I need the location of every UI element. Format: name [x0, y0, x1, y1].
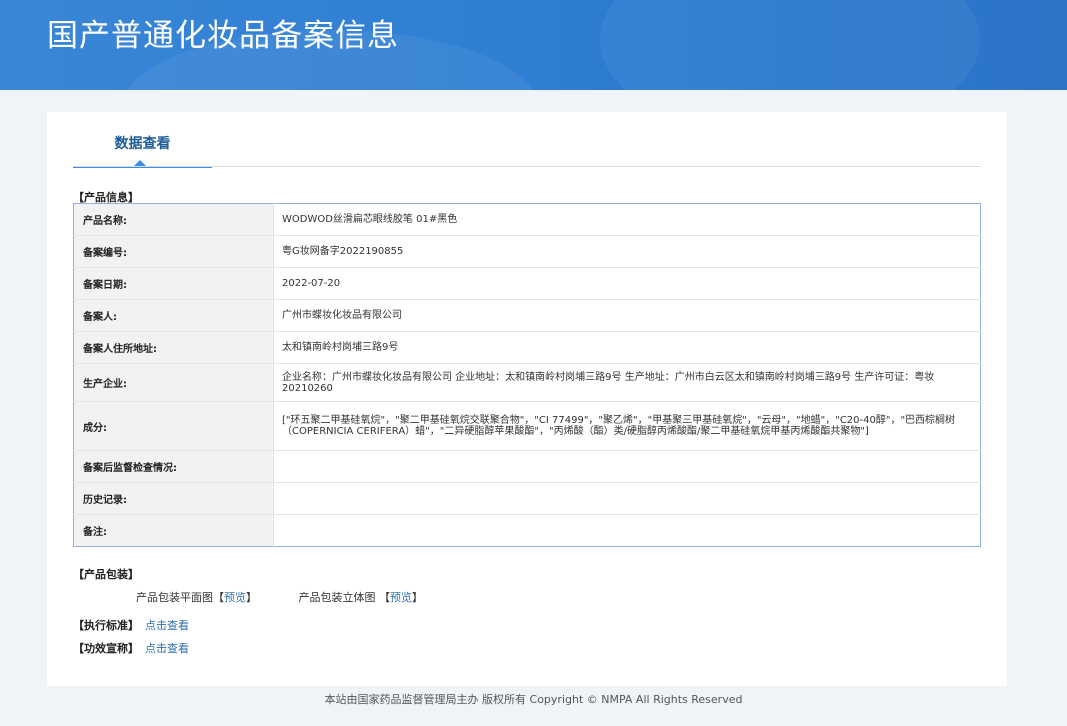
field-value: 粤G妆网备字2022190855	[273, 235, 981, 268]
packaging-solid-item: 产品包装立体图 【预览】	[299, 589, 424, 605]
field-value	[274, 515, 981, 547]
field-value: 2022-07-20	[273, 267, 981, 300]
field-value: 广州市蝶妆化妆品有限公司	[273, 299, 981, 332]
field-value: 太和镇南岭村岗埔三路9号	[273, 331, 981, 364]
tab-divider	[73, 166, 981, 167]
packaging-label: 【产品包装】	[73, 568, 139, 581]
product-info-table: 产品名称: WODWOD丝滑扁芯眼线胶笔 01#黑色 备案编号: 粤G妆网备字2022…	[73, 203, 981, 547]
field-label: 备案人:	[73, 299, 274, 332]
table-row: 备注:	[73, 514, 981, 547]
field-value: WODWOD丝滑扁芯眼线胶笔 01#黑色	[273, 203, 981, 236]
field-label: 成分:	[73, 401, 274, 451]
header-banner: 国产普通化妆品备案信息	[0, 0, 1067, 90]
packaging-row: 产品包装平面图【预览】 产品包装立体图 【预览】	[136, 589, 461, 605]
table-row: 成分: ["环五聚二甲基硅氧烷"，"聚二甲基硅氧烷交联聚合物"，"CI 77499…	[73, 401, 981, 451]
field-label: 备案人住所地址:	[73, 331, 274, 364]
field-value: ["环五聚二甲基硅氧烷"，"聚二甲基硅氧烷交联聚合物"，"CI 77499"，"…	[273, 401, 981, 451]
efficacy-row: 【功效宣称】 点击查看	[73, 640, 189, 656]
efficacy-label: 【功效宣称】	[73, 642, 139, 655]
content-card: 数据查看 【产品信息】 产品名称: WODWOD丝滑扁芯眼线胶笔 01#黑色 备案编…	[47, 112, 1007, 686]
field-value: 企业名称：广州市蝶妆化妆品有限公司 企业地址：太和镇南岭村岗埔三路9号 生产地址…	[273, 363, 981, 402]
field-label: 产品名称:	[73, 203, 274, 236]
packaging-solid-label: 产品包装立体图	[298, 591, 376, 604]
field-value	[273, 482, 981, 515]
table-row: 备案日期: 2022-07-20	[73, 267, 981, 300]
packaging-plan-label: 产品包装平面图	[136, 591, 213, 604]
footer-copyright: 本站由国家药品监督管理局主办 版权所有 Copyright © NMPA All…	[324, 693, 743, 706]
standard-row: 【执行标准】 点击查看	[73, 617, 189, 633]
field-label: 备案日期:	[73, 267, 274, 300]
table-row: 产品名称: WODWOD丝滑扁芯眼线胶笔 01#黑色	[73, 203, 981, 236]
page-title: 国产普通化妆品备案信息	[47, 18, 399, 54]
standard-label: 【执行标准】	[73, 619, 139, 632]
packaging-solid-preview-link[interactable]: 预览	[390, 591, 412, 604]
table-row: 备案人: 广州市蝶妆化妆品有限公司	[73, 299, 981, 332]
bracket-close: 】	[246, 591, 257, 604]
field-label: 生产企业:	[73, 363, 274, 402]
bracket-close: 】	[412, 591, 423, 604]
packaging-plan-item: 产品包装平面图【预览】	[136, 589, 257, 605]
bracket-open: 【	[213, 591, 224, 604]
table-row: 历史记录:	[73, 482, 981, 515]
field-label: 备案编号:	[73, 235, 274, 268]
bracket-open: 【	[379, 591, 390, 604]
table-row: 备案后监督检查情况:	[73, 450, 981, 483]
field-label: 历史记录:	[73, 482, 274, 515]
field-label: 备注:	[73, 514, 274, 547]
field-value	[273, 450, 981, 483]
packaging-plan-preview-link[interactable]: 预览	[224, 591, 246, 604]
table-row: 备案人住所地址: 太和镇南岭村岗埔三路9号	[73, 331, 981, 364]
table-row: 备案编号: 粤G妆网备字2022190855	[73, 235, 981, 268]
standard-view-link[interactable]: 点击查看	[145, 619, 189, 632]
table-row: 生产企业: 企业名称：广州市蝶妆化妆品有限公司 企业地址：太和镇南岭村岗埔三路9号…	[73, 363, 981, 402]
field-label: 备案后监督检查情况:	[73, 450, 274, 483]
efficacy-view-link[interactable]: 点击查看	[145, 642, 189, 655]
